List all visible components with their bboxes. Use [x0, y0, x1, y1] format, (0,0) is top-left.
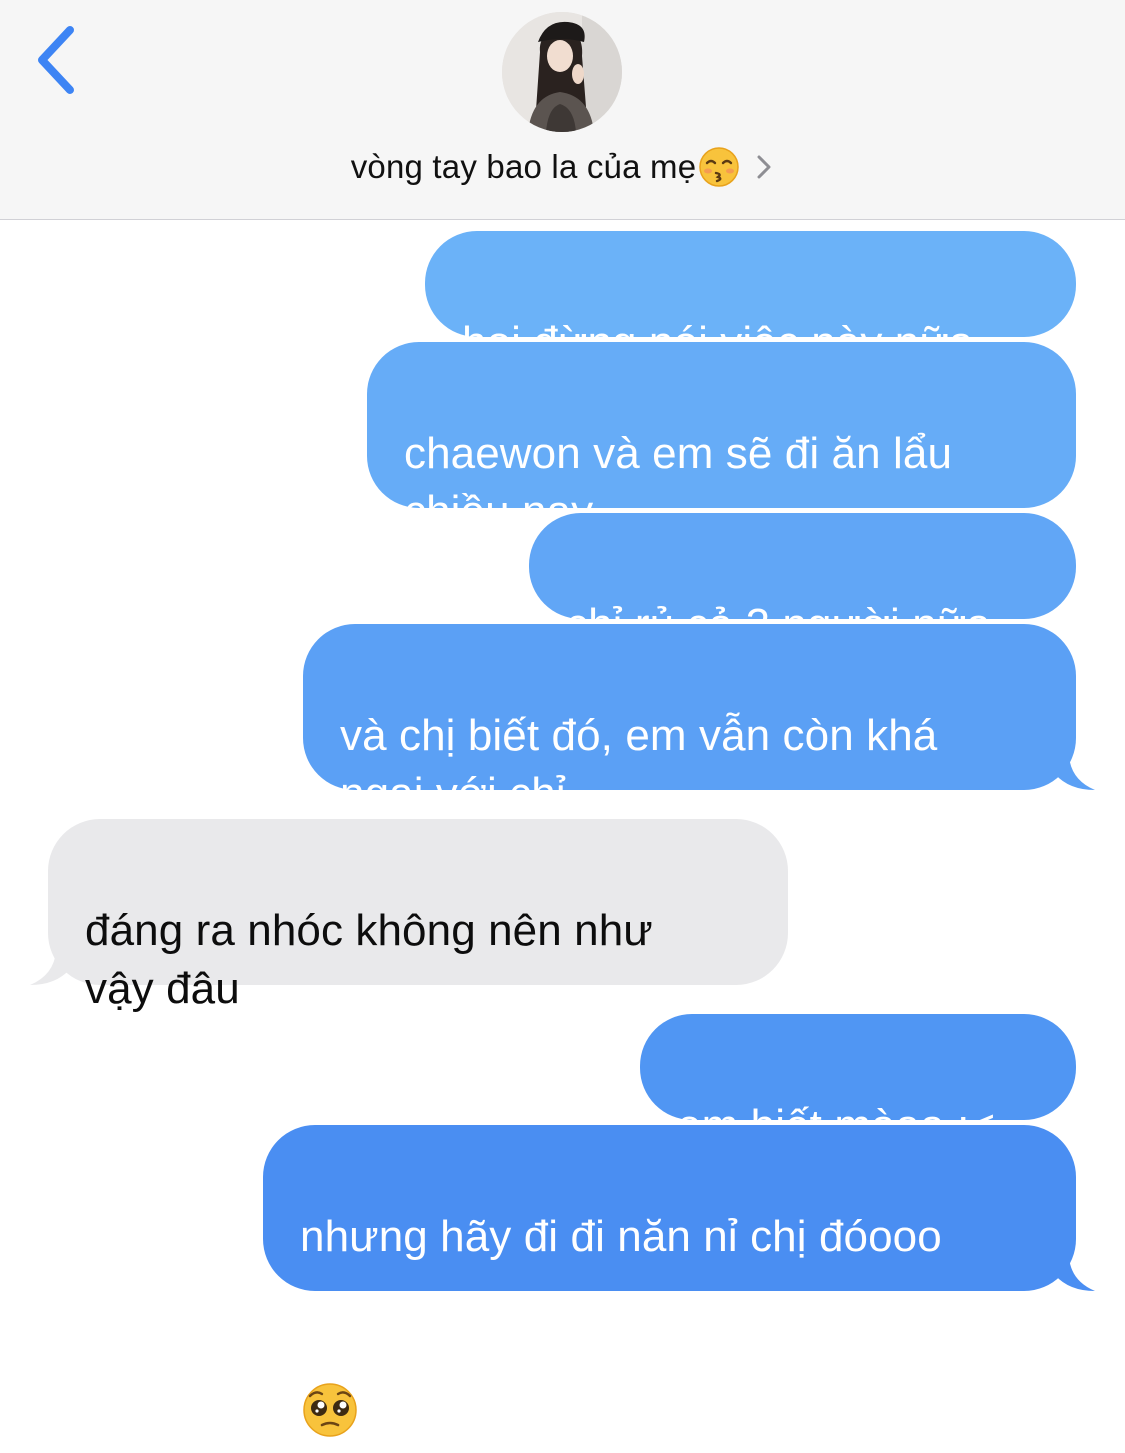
bubble-tail — [1055, 1257, 1095, 1291]
message-bubble-sent[interactable]: chaewon và em sẽ đi ăn lẩu chiều nay — [367, 342, 1076, 536]
message-bubble-sent[interactable]: nhưng hãy đi đi năn nỉ chị đóooo — [263, 1125, 1095, 1437]
chevron-left-icon — [38, 26, 74, 94]
message-text: và chị biết đó, em vẫn còn khá ngại với … — [340, 711, 938, 818]
message-text: đáng ra nhóc không nên như vậy đâu — [85, 906, 653, 1013]
avatar-photo — [502, 12, 622, 132]
message-bubble-received[interactable]: đáng ra nhóc không nên như vậy đâu — [30, 819, 788, 1013]
contact-name: vòng tay bao la của mẹ — [350, 148, 697, 185]
bubble-tail — [1055, 756, 1095, 790]
conversation-header: vòng tay bao la của mẹ — [0, 0, 1125, 220]
back-button[interactable] — [30, 24, 90, 98]
chevron-right-icon — [754, 152, 774, 182]
message-text: nhưng hãy đi đi năn nỉ chị đóooo — [300, 1212, 942, 1261]
bubble-tail — [30, 951, 70, 985]
message-bubble-sent[interactable]: chỉ rủ cả 2 người nữa — [529, 513, 1076, 649]
message-bubble-sent[interactable]: và chị biết đó, em vẫn còn khá ngại với … — [303, 624, 1095, 818]
message-bubble-sent[interactable]: hoi đừng nói việc này nữa — [425, 231, 1076, 367]
pleading-face-emoji-icon — [300, 1324, 360, 1453]
kissing-face-emoji-icon — [698, 146, 740, 188]
message-bubble-sent[interactable]: em biết màaa :< — [640, 1014, 1076, 1150]
contact-details-button[interactable]: vòng tay bao la của mẹ — [0, 142, 1125, 192]
contact-avatar[interactable] — [502, 12, 622, 132]
